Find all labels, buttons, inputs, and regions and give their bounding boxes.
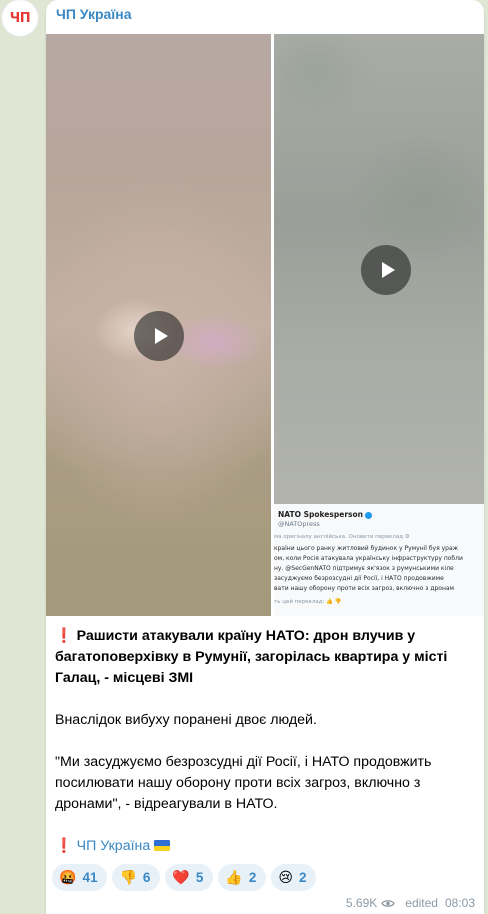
reaction-count: 41 — [82, 870, 98, 885]
reaction-count: 6 — [142, 870, 151, 885]
tweet-line: засуджуємо безрозсудні дії Росії, і НАТО… — [274, 575, 444, 582]
reaction-count: 2 — [248, 870, 257, 885]
exclamation-icon: ❗ — [55, 628, 73, 644]
channel-avatar[interactable]: ЧП — [2, 0, 38, 36]
tweet-line: ну. @SecGenNATO підтримує як'язок з руму… — [274, 565, 454, 572]
tweet-line: країни цього ранку житловий будинок у Ру… — [274, 545, 459, 552]
play-button[interactable] — [134, 311, 184, 361]
message-bubble: ЧП Україна NATO Spokesperson @NATOpress … — [46, 0, 484, 914]
video-thumbnail-right[interactable]: NATO Spokesperson @NATOpress ма оригінал… — [274, 34, 484, 616]
red-heart-icon: ❤️ — [172, 869, 190, 886]
message-time: 08:03 — [444, 896, 475, 910]
reaction-count: 2 — [298, 870, 307, 885]
channel-link[interactable]: ЧП Україна — [77, 838, 151, 854]
edited-label: edited — [405, 896, 438, 910]
reaction-crying[interactable]: 😢 2 — [271, 864, 317, 891]
reaction-thumbs-up[interactable]: 👍 2 — [218, 864, 267, 891]
message-meta: 5.69K edited 08:03 — [346, 896, 475, 910]
post-headline: ❗ Рашисти атакували країну НАТО: дрон вл… — [55, 628, 448, 686]
thumbs-up-icon: 👍 — [225, 869, 243, 886]
reactions-bar: 🤬 41 👎 6 ❤️ 5 👍 2 😢 2 — [52, 864, 317, 891]
tweet-line: вати нашу оборону проти всіх загроз, вкл… — [274, 585, 455, 592]
tweet-line: ом, коли Росія атакувала українську інфр… — [274, 555, 463, 562]
channel-name[interactable]: ЧП Україна — [56, 6, 132, 22]
message-text: ❗ Рашисти атакували країну НАТО: дрон вл… — [55, 626, 475, 857]
tweet-rate-note: ть цей переклад: 👍 👎 — [274, 599, 342, 605]
video-preview — [274, 34, 484, 504]
tweet-translation-note: ма оригіналу англійська. Оновити перекла… — [274, 534, 410, 540]
play-icon — [381, 262, 395, 278]
tweet-handle: @NATOpress — [278, 520, 320, 528]
angry-face-icon: 🤬 — [59, 869, 77, 886]
view-count: 5.69K — [345, 896, 378, 910]
tweet-author: NATO Spokesperson — [278, 510, 372, 519]
play-button[interactable] — [361, 245, 411, 295]
reaction-count: 5 — [195, 870, 204, 885]
exclamation-icon: ❗ — [55, 838, 73, 854]
verified-icon — [364, 511, 372, 519]
reaction-heart[interactable]: ❤️ 5 — [165, 864, 214, 891]
post-signature: ❗ ЧП Україна — [55, 836, 475, 857]
tweet-screenshot: NATO Spokesperson @NATOpress ма оригінал… — [274, 504, 484, 616]
video-thumbnail-left[interactable] — [46, 34, 271, 616]
reaction-angry[interactable]: 🤬 41 — [52, 864, 108, 891]
post-quote: "Ми засуджуємо безрозсудні дії Росії, і … — [55, 754, 432, 812]
avatar-text: ЧП — [9, 10, 31, 26]
play-icon — [154, 328, 168, 344]
ukraine-flag-icon — [154, 840, 171, 851]
crying-face-icon: 😢 — [278, 869, 293, 886]
thumbs-down-icon: 👎 — [119, 869, 137, 886]
eye-icon — [381, 899, 396, 907]
reaction-thumbs-down[interactable]: 👎 6 — [112, 864, 161, 891]
post-paragraph: Внаслідок вибуху поранені двоє людей. — [55, 712, 317, 728]
